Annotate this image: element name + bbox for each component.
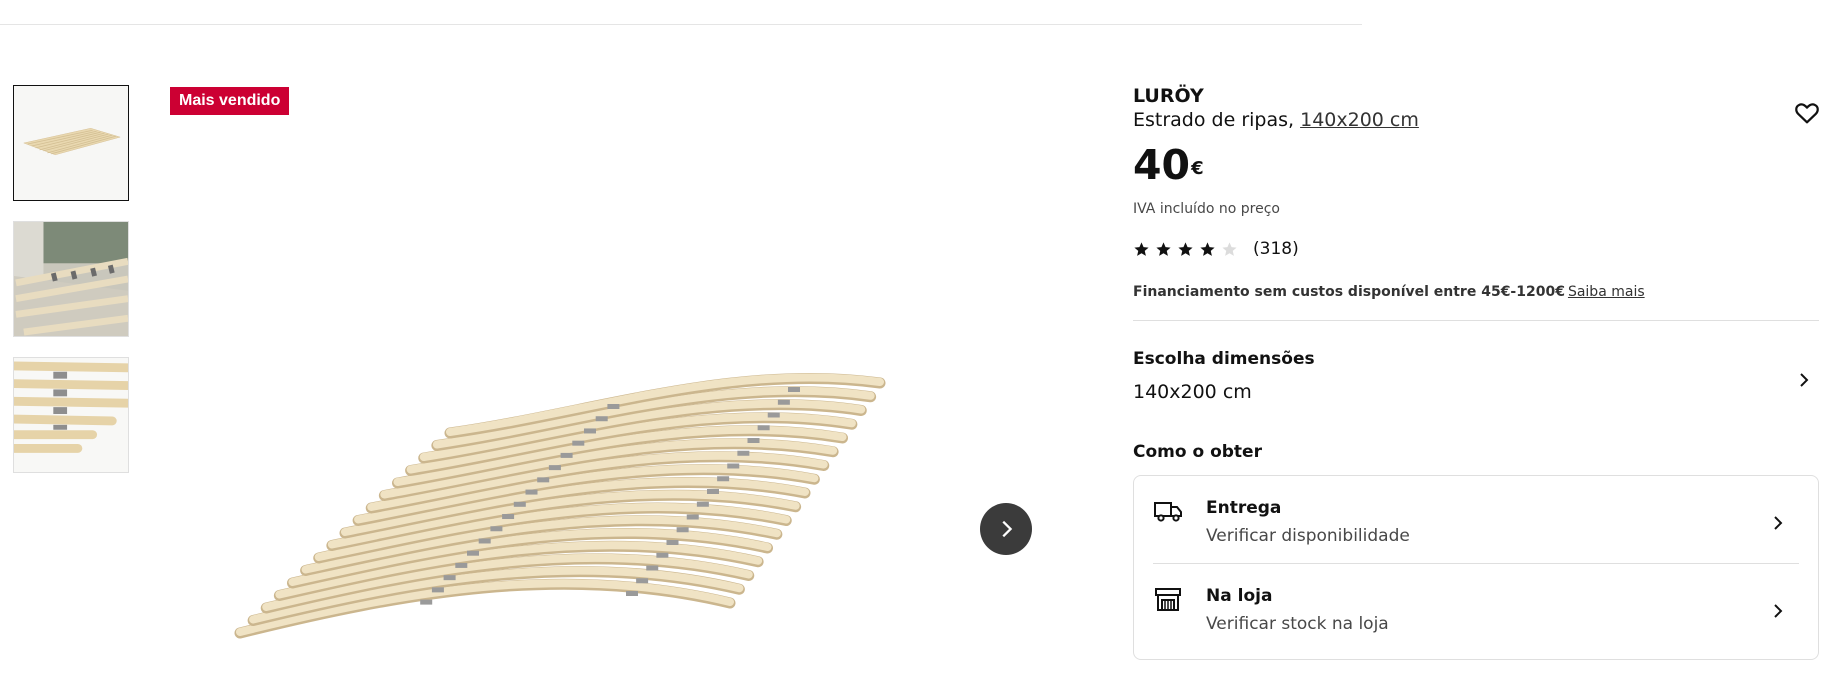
vat-note: IVA incluído no preço bbox=[1133, 201, 1280, 217]
slat-connector bbox=[788, 387, 800, 392]
price-value: 40 bbox=[1133, 141, 1191, 189]
slat-connector bbox=[537, 477, 550, 483]
delivery-option[interactable]: Entrega Verificar disponibilidade bbox=[1153, 476, 1799, 564]
financing-note: Financiamento sem custos disponível entr… bbox=[1133, 284, 1821, 300]
slat-connector bbox=[584, 428, 596, 434]
truck-icon bbox=[1154, 502, 1182, 522]
slat-connector bbox=[757, 425, 770, 431]
chevron-right-icon bbox=[1002, 520, 1013, 538]
slat-connector bbox=[443, 575, 456, 581]
product-type: Estrado de ripas, bbox=[1133, 109, 1295, 131]
slatted-bed-base-image bbox=[234, 372, 886, 639]
slat-connector bbox=[747, 438, 760, 443]
chevron-right-icon bbox=[1774, 604, 1783, 618]
slat-connector bbox=[490, 526, 503, 532]
slat-connector bbox=[467, 550, 479, 556]
slat-connector bbox=[717, 476, 730, 482]
thumbnail-gallery bbox=[13, 85, 129, 493]
product-name: LURÖY bbox=[1133, 85, 1204, 107]
thumbnail-3[interactable] bbox=[13, 357, 129, 473]
slat-connector bbox=[478, 538, 491, 544]
slat-connector bbox=[548, 465, 561, 471]
slat-connector bbox=[455, 562, 468, 568]
product-main-image: Mais vendido bbox=[170, 85, 1050, 685]
in-store-option[interactable]: Na loja Verificar stock na loja bbox=[1153, 564, 1799, 652]
chevron-right-icon bbox=[1774, 516, 1783, 530]
bestseller-badge: Mais vendido bbox=[170, 87, 290, 115]
slat-connector bbox=[607, 404, 620, 409]
star-filled-icon bbox=[1156, 241, 1171, 256]
in-store-subtitle: Verificar stock na loja bbox=[1206, 614, 1389, 634]
product-description: Estrado de ripas, 140x200 cm bbox=[1133, 107, 1821, 133]
slat-connector bbox=[727, 463, 740, 469]
slat-connector bbox=[572, 440, 585, 446]
size-label: Escolha dimensões bbox=[1133, 349, 1315, 369]
rating[interactable]: (318) bbox=[1133, 239, 1821, 259]
financing-text: Financiamento sem custos disponível entr… bbox=[1133, 284, 1565, 300]
how-to-get-title: Como o obter bbox=[1133, 442, 1262, 462]
choose-size-selector[interactable]: Escolha dimensões 140x200 cm bbox=[1133, 349, 1821, 405]
slat-connector bbox=[420, 599, 433, 605]
slat-connector bbox=[525, 489, 538, 495]
slat-connector bbox=[560, 452, 573, 458]
slat-connector bbox=[676, 527, 689, 533]
learn-more-link[interactable]: Saiba mais bbox=[1568, 284, 1645, 300]
slat-connector bbox=[431, 587, 444, 593]
delivery-title: Entrega bbox=[1206, 498, 1282, 518]
slat-connector bbox=[646, 565, 659, 571]
slat-connector bbox=[636, 578, 649, 584]
slat-connector bbox=[656, 552, 669, 558]
how-to-get-options: Entrega Verificar disponibilidade Na loj… bbox=[1133, 475, 1819, 660]
heart-icon[interactable] bbox=[1793, 99, 1821, 127]
slat-connector bbox=[513, 501, 526, 507]
price-currency: € bbox=[1191, 158, 1204, 179]
next-image-button[interactable] bbox=[980, 503, 1032, 555]
slat-connector bbox=[666, 540, 679, 545]
slat-connector bbox=[686, 514, 699, 520]
review-count: (318) bbox=[1253, 239, 1299, 259]
slat-connector bbox=[626, 591, 638, 596]
slat-connector bbox=[595, 416, 608, 422]
star-filled-icon bbox=[1200, 241, 1215, 256]
slat-connector bbox=[502, 514, 515, 520]
slat-connector bbox=[767, 412, 780, 418]
size-value: 140x200 cm bbox=[1133, 381, 1252, 403]
top-divider bbox=[0, 24, 1362, 25]
dimension-link[interactable]: 140x200 cm bbox=[1300, 109, 1419, 131]
slat-connector bbox=[707, 489, 719, 494]
star-filled-icon bbox=[1178, 241, 1193, 256]
star-filled-icon bbox=[1134, 241, 1149, 256]
store-icon bbox=[1155, 588, 1181, 611]
top-navigation-cutoff bbox=[0, 0, 1362, 6]
star-empty-icon bbox=[1222, 241, 1237, 256]
slat-connector bbox=[777, 399, 790, 405]
slat-connector bbox=[737, 450, 750, 456]
thumbnail-2[interactable] bbox=[13, 221, 129, 337]
product-info-panel: LURÖY Estrado de ripas, 140x200 cm 40€ I… bbox=[1133, 85, 1821, 660]
slat-connector bbox=[696, 501, 709, 507]
product-price: 40€ bbox=[1133, 143, 1821, 187]
section-divider bbox=[1133, 320, 1819, 321]
delivery-subtitle: Verificar disponibilidade bbox=[1206, 526, 1410, 546]
in-store-title: Na loja bbox=[1206, 586, 1273, 606]
thumbnail-1[interactable] bbox=[13, 85, 129, 201]
chevron-right-icon bbox=[1800, 373, 1809, 387]
